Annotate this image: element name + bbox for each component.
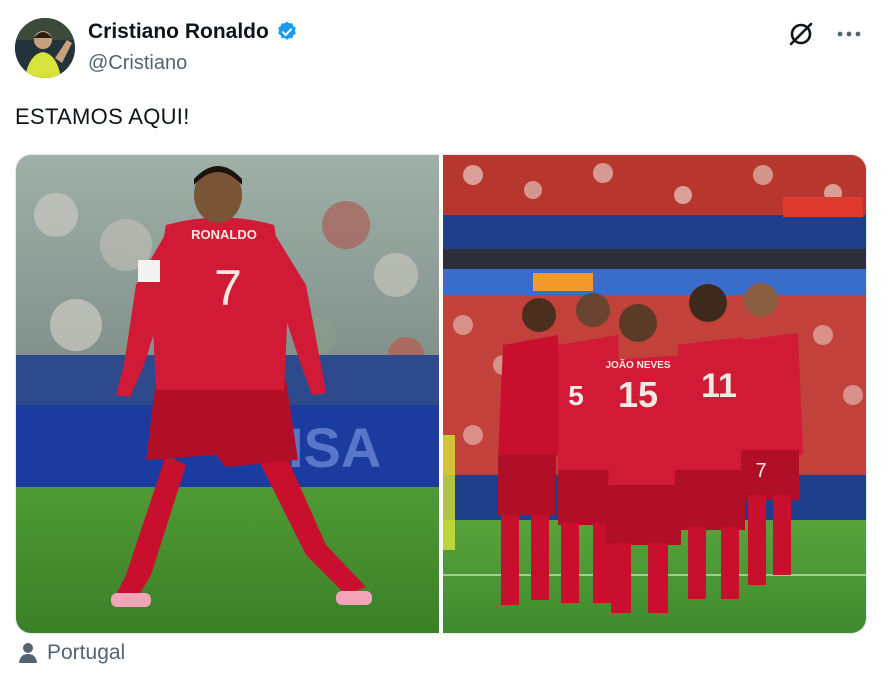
grok-button[interactable] [785,20,817,48]
jersey-number-15: 15 [618,374,658,415]
photo-right-image: 5 JOÃO NEVES 15 11 7 [443,155,866,633]
handle[interactable]: @Cristiano [88,52,187,75]
post-card: Cristiano Ronaldo @Cristiano ESTAMOS AQU… [0,0,887,681]
media-grid: VISA RONALDO 7 5 JOÃO NEVES 15 11 7 [15,154,867,634]
verified-badge-icon [278,21,296,40]
jersey-number-7: 7 [214,260,242,316]
photo-ronaldo-back[interactable]: VISA RONALDO 7 [16,155,439,633]
grok-icon [789,22,813,46]
jersey-number-7-right: 7 [755,460,766,482]
avatar[interactable] [15,18,75,78]
more-options-icon [837,31,861,37]
photo-left-image: VISA RONALDO 7 [16,155,439,633]
author-row: Cristiano Ronaldo [88,20,299,44]
jersey-name-joao-neves: JOÃO NEVES [605,358,670,371]
avatar-image [15,18,75,78]
location-tag[interactable]: Portugal [17,641,125,665]
jersey-number-11: 11 [701,367,737,405]
post-actions [785,20,865,48]
location-label: Portugal [47,641,126,664]
jersey-name-ronaldo: RONALDO [191,227,257,242]
more-options-button[interactable] [833,20,865,48]
photo-team-celebration[interactable]: 5 JOÃO NEVES 15 11 7 [443,155,866,633]
person-icon [19,643,37,663]
post-text: ESTAMOS AQUI! [15,104,190,129]
display-name[interactable]: Cristiano Ronaldo [88,20,269,44]
jersey-number-5: 5 [568,380,584,411]
